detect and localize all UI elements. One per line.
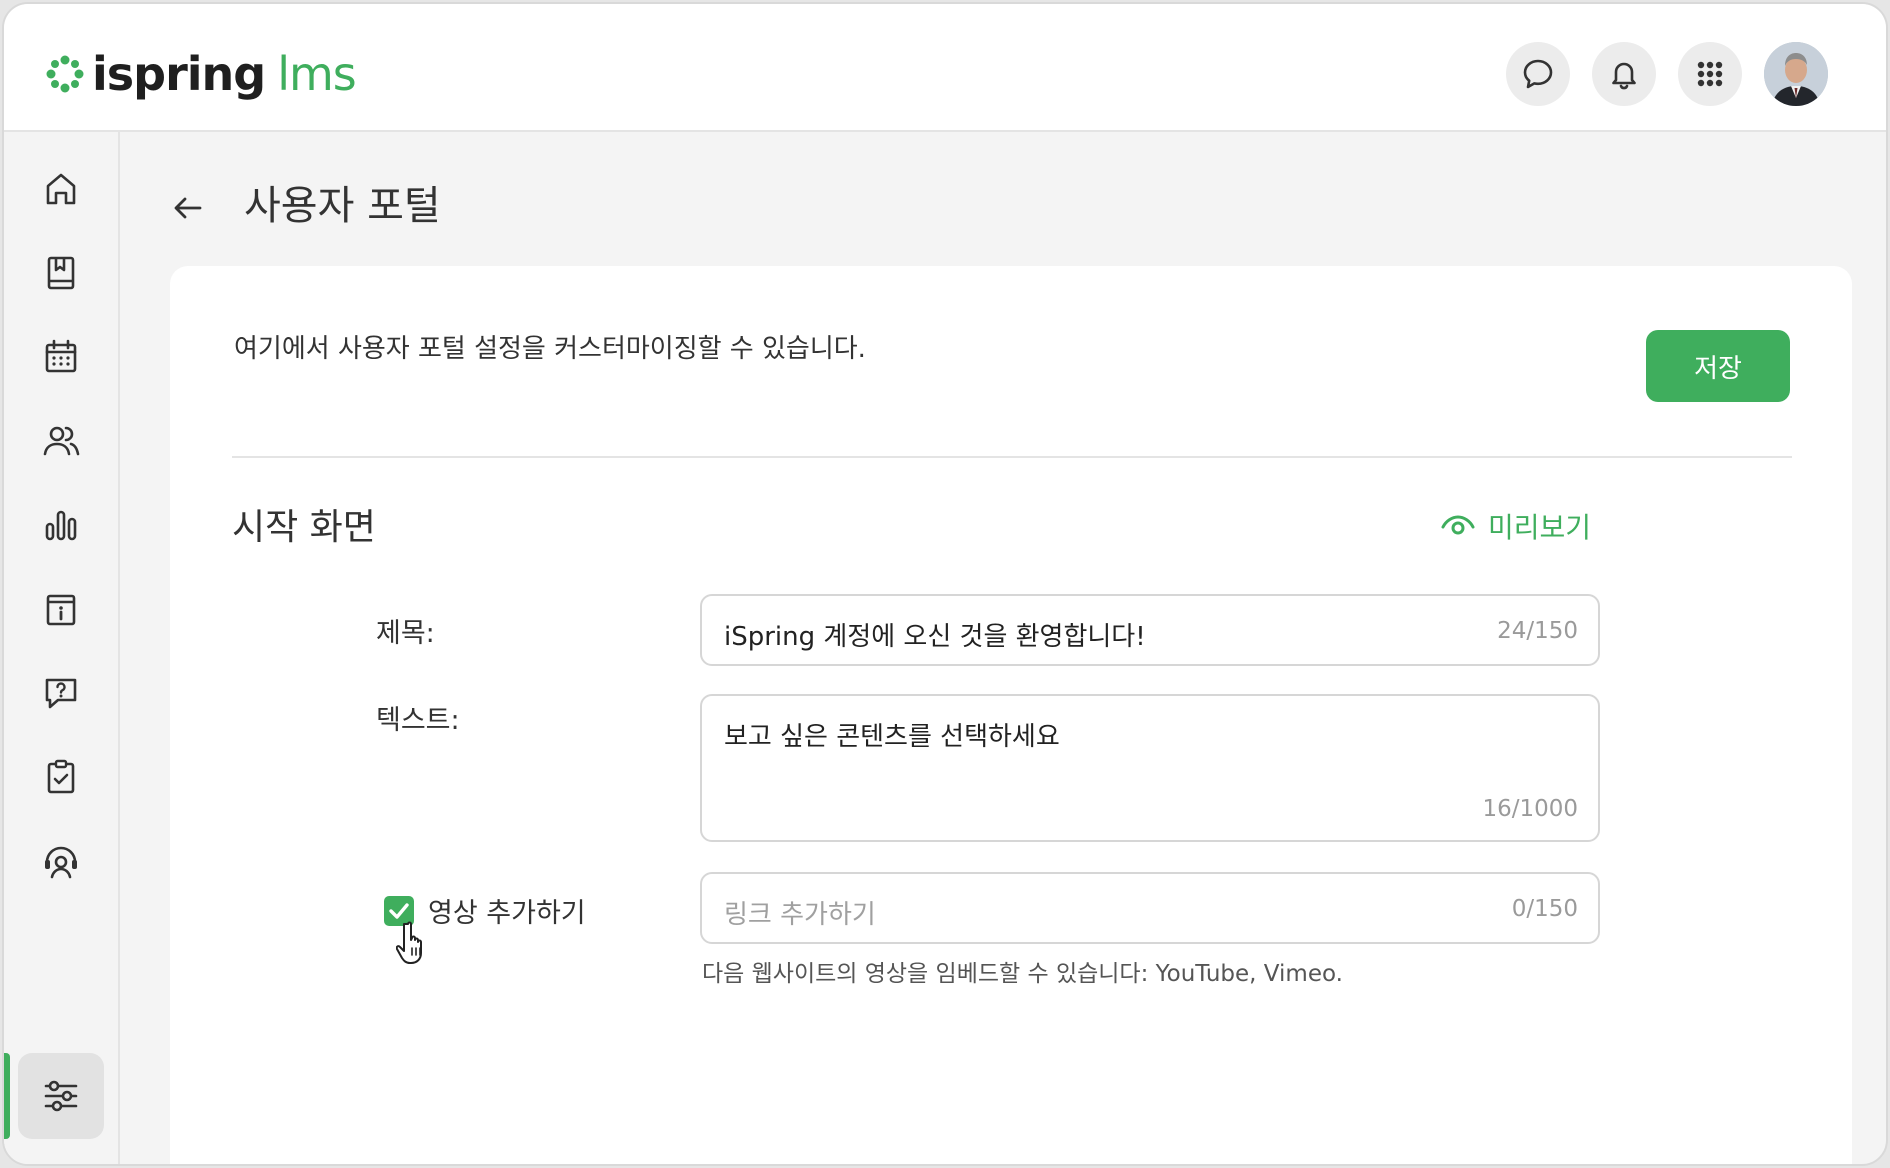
save-button[interactable]: 저장 [1646,330,1790,402]
notifications-button[interactable] [1592,42,1656,106]
support-agent-icon [45,846,77,879]
video-link-counter: 0/150 [1511,896,1578,922]
video-hint: 다음 웹사이트의 영상을 임베드할 수 있습니다: YouTube, Vimeo… [702,961,1343,987]
apps-grid-icon [1697,61,1723,87]
sidebar-item-tasks[interactable] [18,734,104,820]
sidebar-item-learning[interactable] [18,230,104,316]
page-description: 여기에서 사용자 포털 설정을 커스터마이징할 수 있습니다. [234,334,866,364]
chat-button[interactable] [1506,42,1570,106]
text-textarea-value: 보고 싶은 콘텐츠를 선택하세요 [724,722,1060,752]
video-link-input[interactable]: 링크 추가하기 0/150 [700,872,1600,944]
info-calendar-icon [46,594,76,626]
avatar[interactable] [1764,42,1828,106]
home-icon [46,173,76,205]
text-counter: 16/1000 [1482,796,1578,822]
ispring-logo[interactable]: ispring lms [44,46,357,102]
bar-chart-icon [45,510,77,541]
logo-text-main: ispring [92,47,266,101]
chat-icon [1523,59,1553,89]
sidebar-item-calendar[interactable] [18,314,104,400]
bell-icon [1612,62,1636,90]
section-title: 시작 화면 [232,507,376,548]
clipboard-check-icon [47,759,75,794]
arrow-left-icon [174,197,202,219]
sidebar-item-users[interactable] [18,398,104,484]
page-title: 사용자 포털 [244,183,441,229]
preview-label: 미리보기 [1488,511,1592,544]
settings-sliders-icon [44,1080,78,1112]
title-input[interactable]: iSpring 계정에 오신 것을 환영합니다! 24/150 [700,594,1600,666]
calendar-icon [45,339,77,373]
top-header: ispring lms [4,4,1886,132]
sidebar-item-help[interactable] [18,650,104,736]
book-icon [47,256,75,290]
back-button[interactable] [166,186,210,230]
ispring-logo-icon [46,55,84,93]
title-label: 제목: [376,618,435,649]
settings-card: 여기에서 사용자 포털 설정을 커스터마이징할 수 있습니다. 저장 시작 화면… [170,266,1852,1164]
eye-icon [1441,515,1475,535]
title-counter: 24/150 [1497,618,1578,644]
question-chat-icon [45,678,77,709]
hand-cursor-icon [396,921,422,964]
active-indicator [4,1053,10,1139]
text-label: 텍스트: [376,705,460,736]
app-window: ispring lms 사용자 포털 여기에서 사용자 포털 설정을 커스터마이… [2,2,1888,1166]
sidebar-item-settings[interactable] [18,1053,104,1139]
text-textarea[interactable]: 보고 싶은 콘텐츠를 선택하세요 16/1000 [700,694,1600,842]
title-input-value: iSpring 계정에 오신 것을 환영합니다! [724,622,1146,652]
video-link-placeholder: 링크 추가하기 [724,900,876,930]
sidebar-item-support[interactable] [18,818,104,904]
sidebar-item-home[interactable] [18,146,104,232]
video-checkbox-label[interactable]: 영상 추가하기 [428,891,586,930]
users-icon [43,426,80,456]
divider [232,456,1792,458]
sidebar [4,132,120,1164]
preview-link[interactable]: 미리보기 [1440,506,1591,546]
user-avatar-icon [1764,42,1828,106]
sidebar-item-info[interactable] [18,566,104,652]
logo-text-sub: lms [277,47,357,101]
sidebar-item-reports[interactable] [18,482,104,568]
apps-button[interactable] [1678,42,1742,106]
